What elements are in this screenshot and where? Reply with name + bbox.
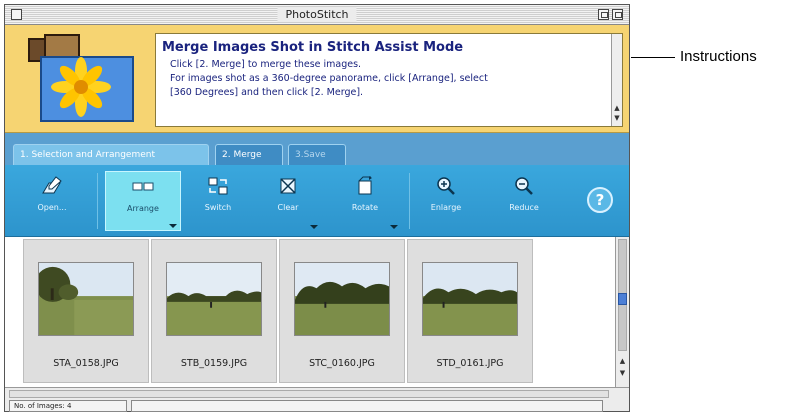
- clear-icon: [280, 178, 296, 194]
- zoom-out-icon: [515, 177, 533, 195]
- tab-merge[interactable]: 2. Merge: [215, 144, 283, 165]
- horizontal-scrollbar[interactable]: [9, 390, 609, 398]
- scroll-up-icon[interactable]: ▲: [613, 104, 621, 113]
- instructions-heading: Merge Images Shot in Stitch Assist Mode: [162, 40, 464, 55]
- reduce-label: Reduce: [509, 203, 539, 212]
- close-box-icon[interactable]: [11, 9, 22, 20]
- zoom-in-icon: [437, 177, 455, 195]
- enlarge-button[interactable]: Enlarge: [417, 171, 475, 231]
- image-filename: STC_0160.JPG: [309, 358, 375, 369]
- panorama-photo: [166, 262, 262, 336]
- panorama-photo: [38, 262, 134, 336]
- arrange-dropdown-icon[interactable]: [169, 224, 177, 228]
- image-filename: STA_0158.JPG: [53, 358, 119, 369]
- tab-selection-arrangement[interactable]: 1. Selection and Arrangement: [13, 144, 209, 165]
- panorama-photo: [422, 262, 518, 336]
- rotate-button[interactable]: Rotate: [329, 171, 401, 231]
- reduce-button[interactable]: Reduce: [495, 171, 553, 231]
- image-thumbnail[interactable]: STC_0160.JPG: [279, 239, 405, 383]
- enlarge-label: Enlarge: [430, 203, 462, 212]
- rotate-icon: [358, 176, 372, 195]
- image-thumbnail[interactable]: STD_0161.JPG: [407, 239, 533, 383]
- photos-flower-icon: [28, 34, 134, 122]
- panorama-photo: [294, 262, 390, 336]
- scroll-down-icon[interactable]: ▼: [618, 369, 627, 377]
- arrange-icon: [132, 182, 154, 191]
- status-message-field: [131, 400, 603, 412]
- image-thumbnail[interactable]: STB_0159.JPG: [151, 239, 277, 383]
- tab-bar: 1. Selection and Arrangement 2. Merge 3.…: [5, 133, 629, 165]
- instructions-line: [360 Degrees] and then click [2. Merge].: [170, 87, 364, 98]
- scroll-down-icon[interactable]: ▼: [613, 114, 621, 123]
- image-thumbnail[interactable]: STA_0158.JPG: [23, 239, 149, 383]
- arrange-button[interactable]: Arrange: [105, 171, 181, 231]
- instructions-text-box: Merge Images Shot in Stitch Assist Mode …: [155, 33, 623, 127]
- image-list: STA_0158.JPG STB_0159.JPG STC_0160.JPG S…: [5, 237, 615, 387]
- arrange-label: Arrange: [127, 204, 159, 213]
- open-label: Open...: [37, 203, 67, 212]
- status-bar: No. of Images: 4: [5, 387, 629, 412]
- scroll-up-icon[interactable]: ▲: [618, 357, 627, 365]
- switch-icon: [208, 177, 228, 195]
- switch-label: Switch: [204, 203, 232, 212]
- tab-save[interactable]: 3.Save: [288, 144, 346, 165]
- callout-line: [631, 57, 675, 58]
- instructions-line: For images shot as a 360-degree panorame…: [170, 73, 488, 84]
- toolbar-divider: [409, 173, 410, 229]
- toolbar: Open... Arrange Switch Clear Rotate Enla…: [5, 165, 629, 237]
- open-icon: [42, 176, 62, 194]
- collapse-box-icon[interactable]: [612, 9, 623, 20]
- scroll-thumb[interactable]: [618, 293, 627, 305]
- clear-button[interactable]: Clear: [255, 171, 321, 231]
- toolbar-divider: [97, 173, 98, 229]
- instructions-panel: Merge Images Shot in Stitch Assist Mode …: [5, 25, 629, 133]
- instructions-callout: Instructions: [680, 48, 757, 65]
- window-title: PhotoStitch: [277, 7, 357, 22]
- zoom-box-icon[interactable]: [598, 9, 609, 20]
- title-bar[interactable]: PhotoStitch: [5, 5, 629, 25]
- image-count-status: No. of Images: 4: [9, 400, 127, 412]
- rotate-dropdown-icon[interactable]: [390, 225, 398, 229]
- image-filename: STD_0161.JPG: [436, 358, 504, 369]
- photostitch-window: PhotoStitch Merge Images Shot in Stitch …: [4, 4, 630, 412]
- clear-label: Clear: [277, 203, 299, 212]
- instructions-scrollbar[interactable]: ▲ ▼: [611, 34, 622, 126]
- image-filename: STB_0159.JPG: [180, 358, 248, 369]
- help-button[interactable]: ?: [587, 187, 613, 213]
- open-button[interactable]: Open...: [23, 171, 81, 231]
- switch-button[interactable]: Switch: [189, 171, 247, 231]
- vertical-scrollbar[interactable]: ▲ ▼: [615, 237, 629, 387]
- rotate-label: Rotate: [351, 203, 379, 212]
- clear-dropdown-icon[interactable]: [310, 225, 318, 229]
- instructions-line: Click [2. Merge] to merge these images.: [170, 59, 362, 70]
